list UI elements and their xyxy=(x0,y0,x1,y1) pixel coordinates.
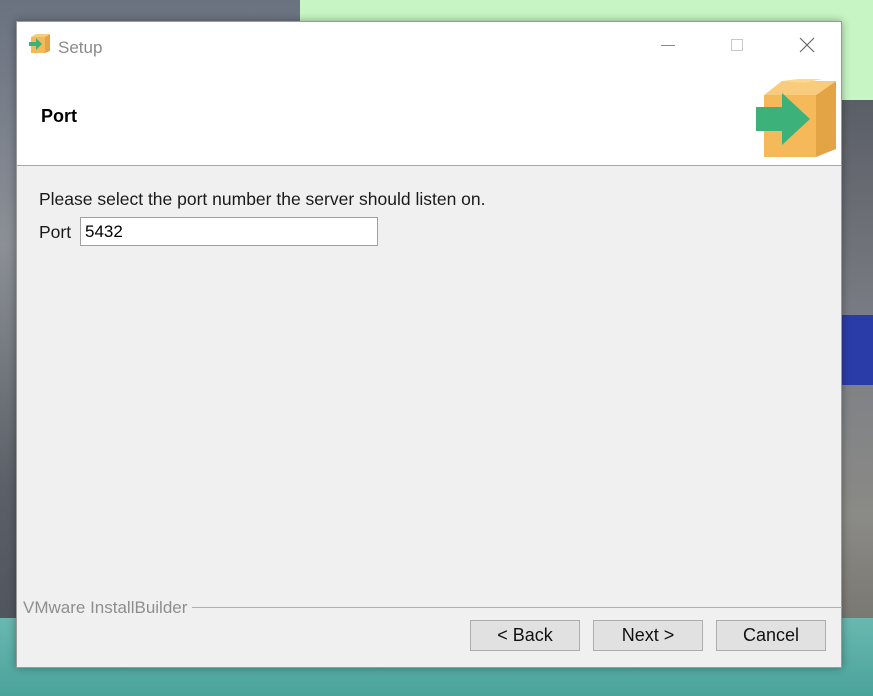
installer-box-arrow-icon xyxy=(756,79,836,157)
port-label: Port xyxy=(39,222,72,242)
installer-brand-label: VMware InstallBuilder xyxy=(23,598,193,618)
back-button[interactable]: < Back xyxy=(470,620,580,651)
port-prompt-text: Please select the port number the server… xyxy=(39,189,486,209)
next-button[interactable]: Next > xyxy=(593,620,703,651)
maximize-icon xyxy=(731,39,743,51)
minimize-icon xyxy=(661,44,675,46)
setup-window: Setup Port Please select the port number… xyxy=(16,21,842,668)
page-header: Port xyxy=(17,72,841,166)
content-panel: Please select the port number the server… xyxy=(17,167,841,607)
window-title: Setup xyxy=(58,38,103,57)
minimize-button[interactable] xyxy=(645,22,691,68)
title-bar[interactable]: Setup xyxy=(17,22,841,72)
port-input[interactable] xyxy=(80,217,378,246)
cancel-button[interactable]: Cancel xyxy=(716,620,826,651)
close-icon xyxy=(799,37,815,53)
installer-box-arrow-icon xyxy=(29,34,50,53)
maximize-button[interactable] xyxy=(714,22,760,68)
close-button[interactable] xyxy=(784,22,830,68)
page-title: Port xyxy=(41,106,77,126)
